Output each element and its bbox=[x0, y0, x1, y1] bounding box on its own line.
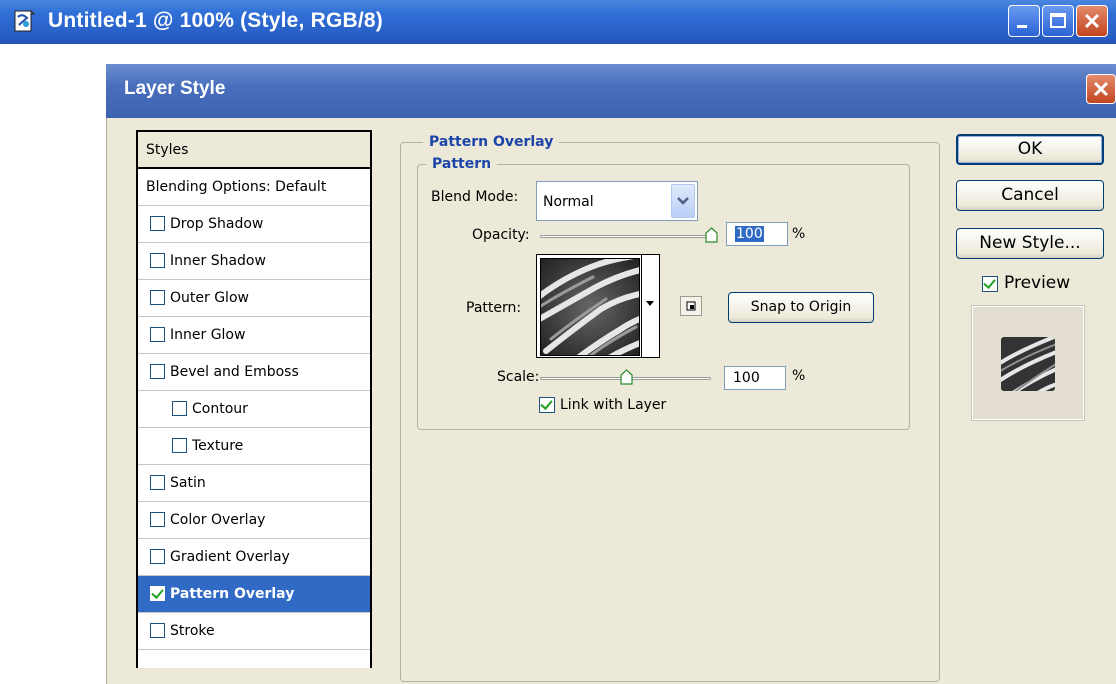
style-item-texture[interactable]: Texture bbox=[138, 428, 370, 465]
inner-glow-checkbox[interactable] bbox=[150, 327, 165, 342]
style-preview bbox=[971, 305, 1085, 421]
scale-input[interactable]: 100 bbox=[724, 366, 786, 390]
style-item-gradient-overlay[interactable]: Gradient Overlay bbox=[138, 539, 370, 576]
style-item-label: Bevel and Emboss bbox=[170, 364, 299, 380]
blend-mode-select[interactable]: Normal bbox=[536, 181, 698, 221]
styles-header-label: Styles bbox=[146, 142, 189, 158]
style-item-label: Gradient Overlay bbox=[170, 549, 290, 565]
blend-mode-label: Blend Mode: bbox=[431, 189, 519, 205]
style-item-label: Satin bbox=[170, 475, 206, 491]
opacity-slider-track[interactable] bbox=[540, 235, 715, 238]
style-item-label: Drop Shadow bbox=[170, 216, 264, 232]
blending-options-label: Blending Options: Default bbox=[146, 179, 327, 195]
style-item-contour[interactable]: Contour bbox=[138, 391, 370, 428]
maximize-button[interactable] bbox=[1042, 5, 1074, 37]
blending-options-item[interactable]: Blending Options: Default bbox=[138, 169, 370, 206]
dialog-title: Layer Style bbox=[124, 78, 226, 99]
cancel-button[interactable]: Cancel bbox=[956, 180, 1104, 211]
styles-list: Styles Blending Options: Default Drop Sh… bbox=[136, 130, 372, 668]
pattern-thumbnail bbox=[533, 252, 648, 366]
drop-shadow-checkbox[interactable] bbox=[150, 216, 165, 231]
opacity-input[interactable]: 100 bbox=[726, 222, 788, 246]
new-style-button[interactable]: New Style... bbox=[956, 228, 1104, 259]
close-window-button[interactable] bbox=[1076, 5, 1108, 37]
scale-slider-thumb[interactable] bbox=[619, 369, 633, 385]
texture-checkbox[interactable] bbox=[172, 438, 187, 453]
style-item-drop-shadow[interactable]: Drop Shadow bbox=[138, 206, 370, 243]
pattern-overlay-group-title: Pattern Overlay bbox=[423, 134, 560, 150]
style-item-label: Color Overlay bbox=[170, 512, 266, 528]
opacity-percent: % bbox=[792, 226, 806, 242]
style-item-color-overlay[interactable]: Color Overlay bbox=[138, 502, 370, 539]
ok-button[interactable]: OK bbox=[956, 134, 1104, 165]
style-item-outer-glow[interactable]: Outer Glow bbox=[138, 280, 370, 317]
style-item-label: Contour bbox=[192, 401, 248, 417]
style-item-label: Inner Shadow bbox=[170, 253, 266, 269]
outer-glow-checkbox[interactable] bbox=[150, 290, 165, 305]
opacity-value: 100 bbox=[735, 226, 764, 242]
pattern-divider bbox=[641, 255, 642, 357]
opacity-slider-thumb[interactable] bbox=[705, 227, 718, 243]
stroke-checkbox[interactable] bbox=[150, 623, 165, 638]
opacity-label: Opacity: bbox=[472, 227, 530, 243]
close-dialog-button[interactable] bbox=[1086, 74, 1116, 104]
scale-value: 100 bbox=[733, 370, 760, 386]
style-item-label: Texture bbox=[192, 438, 244, 454]
photoshop-document-icon bbox=[12, 9, 36, 33]
style-item-inner-shadow[interactable]: Inner Shadow bbox=[138, 243, 370, 280]
style-item-label: Pattern Overlay bbox=[170, 586, 295, 602]
pattern-overlay-checkbox[interactable] bbox=[150, 586, 165, 601]
style-item-inner-glow[interactable]: Inner Glow bbox=[138, 317, 370, 354]
window-title: Untitled-1 @ 100% (Style, RGB/8) bbox=[48, 9, 383, 32]
preview-checkbox[interactable] bbox=[982, 276, 998, 292]
style-item-label: Inner Glow bbox=[170, 327, 246, 343]
chevron-down-icon[interactable] bbox=[671, 184, 695, 218]
style-item-label: Outer Glow bbox=[170, 290, 249, 306]
style-item-satin[interactable]: Satin bbox=[138, 465, 370, 502]
bevel-and-emboss-checkbox[interactable] bbox=[150, 364, 165, 379]
window-titlebar[interactable]: Untitled-1 @ 100% (Style, RGB/8) bbox=[0, 0, 1116, 44]
scale-label: Scale: bbox=[497, 369, 540, 385]
gradient-overlay-checkbox[interactable] bbox=[150, 549, 165, 564]
pattern-dropdown-arrow-icon[interactable] bbox=[645, 293, 655, 312]
inner-shadow-checkbox[interactable] bbox=[150, 253, 165, 268]
contour-checkbox[interactable] bbox=[172, 401, 187, 416]
styles-header[interactable]: Styles bbox=[138, 132, 370, 169]
dialog-titlebar[interactable] bbox=[106, 64, 1116, 118]
style-item-stroke[interactable]: Stroke bbox=[138, 613, 370, 650]
pattern-subgroup-title: Pattern bbox=[426, 156, 498, 172]
new-preset-icon[interactable] bbox=[680, 296, 702, 316]
blend-mode-value: Normal bbox=[543, 194, 594, 210]
link-with-layer-label: Link with Layer bbox=[560, 397, 667, 413]
color-overlay-checkbox[interactable] bbox=[150, 512, 165, 527]
minimize-button[interactable] bbox=[1008, 5, 1040, 37]
style-item-bevel-and-emboss[interactable]: Bevel and Emboss bbox=[138, 354, 370, 391]
scale-percent: % bbox=[792, 368, 806, 384]
pattern-picker[interactable] bbox=[533, 252, 660, 366]
style-preview-swatch-icon bbox=[1001, 337, 1055, 391]
link-with-layer-checkbox[interactable] bbox=[539, 397, 555, 413]
satin-checkbox[interactable] bbox=[150, 475, 165, 490]
style-item-pattern-overlay[interactable]: Pattern Overlay bbox=[138, 576, 370, 613]
style-item-label: Stroke bbox=[170, 623, 215, 639]
preview-label: Preview bbox=[1004, 273, 1071, 293]
snap-to-origin-button[interactable]: Snap to Origin bbox=[728, 292, 874, 323]
pattern-label: Pattern: bbox=[466, 300, 522, 316]
